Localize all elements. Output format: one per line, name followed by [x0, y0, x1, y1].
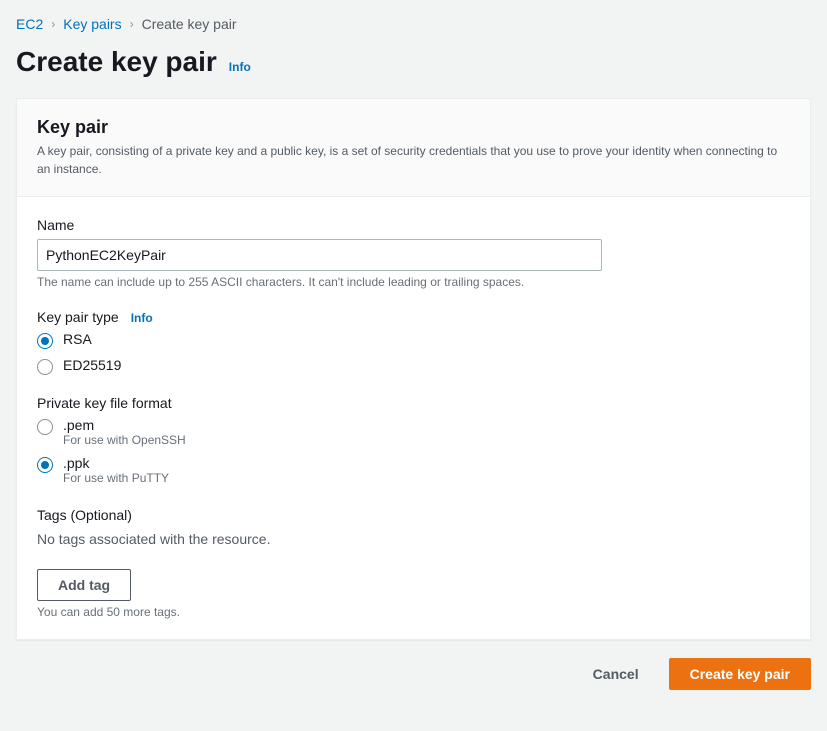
- radio-icon: [37, 457, 53, 473]
- add-tag-button[interactable]: Add tag: [37, 569, 131, 601]
- radio-ed25519-label: ED25519: [63, 357, 121, 373]
- tags-label: Tags (Optional): [37, 507, 790, 523]
- breadcrumb: EC2 › Key pairs › Create key pair: [16, 16, 811, 32]
- radio-pem-desc: For use with OpenSSH: [63, 433, 186, 447]
- breadcrumb-ec2[interactable]: EC2: [16, 16, 43, 32]
- radio-icon: [37, 333, 53, 349]
- chevron-right-icon: ›: [130, 17, 134, 31]
- page-info-link[interactable]: Info: [229, 60, 251, 74]
- tags-hint: You can add 50 more tags.: [37, 605, 790, 619]
- key-pair-type-group: Key pair type Info RSA ED25519: [37, 309, 790, 375]
- page-title: Create key pair: [16, 46, 217, 78]
- key-pair-panel: Key pair A key pair, consisting of a pri…: [16, 98, 811, 640]
- radio-pem-label: .pem: [63, 417, 186, 433]
- radio-ppk-label: .ppk: [63, 455, 169, 471]
- key-pair-type-label: Key pair type: [37, 309, 119, 325]
- radio-rsa-label: RSA: [63, 331, 92, 347]
- radio-icon: [37, 419, 53, 435]
- radio-ppk-desc: For use with PuTTY: [63, 471, 169, 485]
- breadcrumb-key-pairs[interactable]: Key pairs: [63, 16, 121, 32]
- panel-body: Name The name can include up to 255 ASCI…: [17, 197, 810, 639]
- name-label: Name: [37, 217, 790, 233]
- chevron-right-icon: ›: [51, 17, 55, 31]
- cancel-button[interactable]: Cancel: [573, 658, 659, 690]
- tags-section: Tags (Optional) No tags associated with …: [37, 507, 790, 619]
- page-header: Create key pair Info: [16, 46, 811, 78]
- file-format-group: Private key file format .pem For use wit…: [37, 395, 790, 485]
- name-input[interactable]: [37, 239, 602, 271]
- tags-empty-text: No tags associated with the resource.: [37, 531, 790, 547]
- footer-actions: Cancel Create key pair: [16, 658, 811, 690]
- key-pair-type-info-link[interactable]: Info: [131, 311, 153, 325]
- radio-ed25519[interactable]: ED25519: [37, 357, 790, 375]
- create-key-pair-button[interactable]: Create key pair: [669, 658, 811, 690]
- panel-header: Key pair A key pair, consisting of a pri…: [17, 99, 810, 197]
- name-hint: The name can include up to 255 ASCII cha…: [37, 275, 790, 289]
- radio-ppk[interactable]: .ppk For use with PuTTY: [37, 455, 790, 485]
- breadcrumb-current: Create key pair: [142, 16, 237, 32]
- radio-pem[interactable]: .pem For use with OpenSSH: [37, 417, 790, 447]
- name-group: Name The name can include up to 255 ASCI…: [37, 217, 790, 289]
- radio-icon: [37, 359, 53, 375]
- radio-rsa[interactable]: RSA: [37, 331, 790, 349]
- panel-title: Key pair: [37, 117, 790, 138]
- panel-description: A key pair, consisting of a private key …: [37, 142, 790, 178]
- file-format-label: Private key file format: [37, 395, 790, 411]
